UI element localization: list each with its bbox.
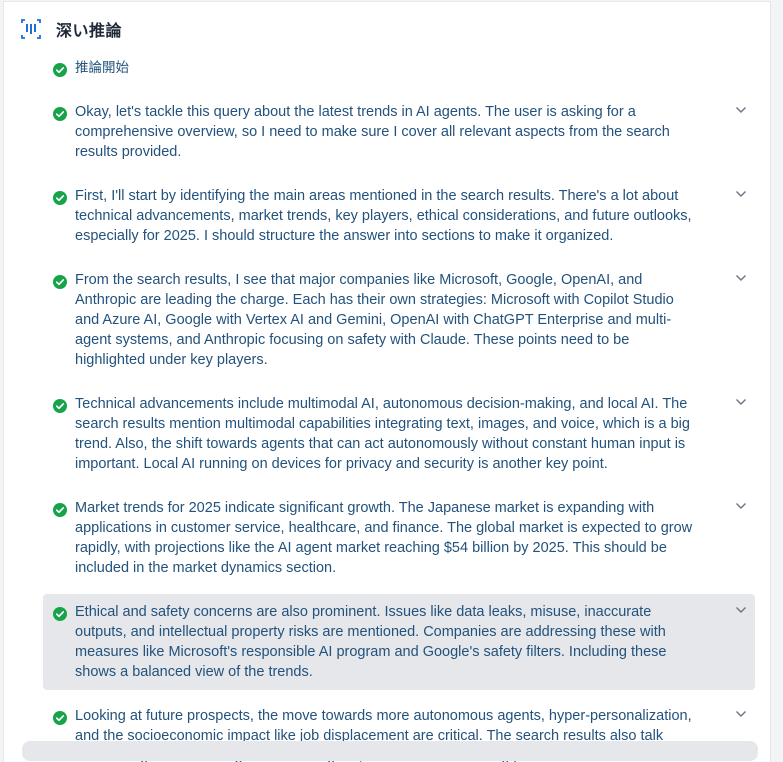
chevron-down-icon[interactable]: [735, 710, 747, 718]
reasoning-step-text: 推論開始: [75, 60, 129, 76]
reasoning-step-text: Okay, let's tackle this query about the …: [75, 104, 670, 160]
reasoning-step-text: From the search results, I see that majo…: [75, 272, 674, 368]
panel-header: 深い推論: [20, 16, 122, 42]
chevron-down-icon[interactable]: [735, 398, 747, 406]
chevron-down-icon[interactable]: [735, 502, 747, 510]
chevron-down-icon[interactable]: [735, 274, 747, 282]
chevron-down-icon[interactable]: [735, 190, 747, 198]
reasoning-step[interactable]: First, I'll start by identifying the mai…: [43, 178, 755, 254]
check-circle-icon: [53, 107, 67, 121]
chevron-down-icon[interactable]: [735, 606, 747, 614]
voice-wave-icon: [20, 18, 42, 40]
check-circle-icon: [53, 191, 67, 205]
reasoning-step[interactable]: Market trends for 2025 indicate signific…: [43, 490, 755, 586]
check-circle-icon: [53, 399, 67, 413]
reasoning-steps: 推論開始 Okay, let's tackle this query about …: [43, 50, 755, 762]
reasoning-step[interactable]: Ethical and safety concerns are also pro…: [43, 594, 755, 690]
reasoning-step[interactable]: Technical advancements include multimoda…: [43, 386, 755, 482]
chevron-down-icon[interactable]: [735, 106, 747, 114]
input-area[interactable]: [22, 741, 758, 761]
reasoning-step-text: Technical advancements include multimoda…: [75, 396, 690, 472]
reasoning-step[interactable]: From the search results, I see that majo…: [43, 262, 755, 378]
check-circle-icon: [53, 63, 67, 77]
panel-title: 深い推論: [56, 21, 123, 40]
check-circle-icon: [53, 503, 67, 517]
check-circle-icon: [53, 711, 67, 725]
check-circle-icon: [53, 607, 67, 621]
check-circle-icon: [53, 275, 67, 289]
reasoning-step[interactable]: Okay, let's tackle this query about the …: [43, 94, 755, 170]
reasoning-step: 推論開始: [43, 50, 755, 86]
reasoning-step-text: First, I'll start by identifying the mai…: [75, 188, 692, 244]
reasoning-step-text: Market trends for 2025 indicate signific…: [75, 500, 693, 576]
reasoning-step-text: Ethical and safety concerns are also pro…: [75, 604, 667, 680]
deep-reasoning-panel: 深い推論 推論開始 Okay, let's tackle this query a…: [3, 1, 771, 762]
